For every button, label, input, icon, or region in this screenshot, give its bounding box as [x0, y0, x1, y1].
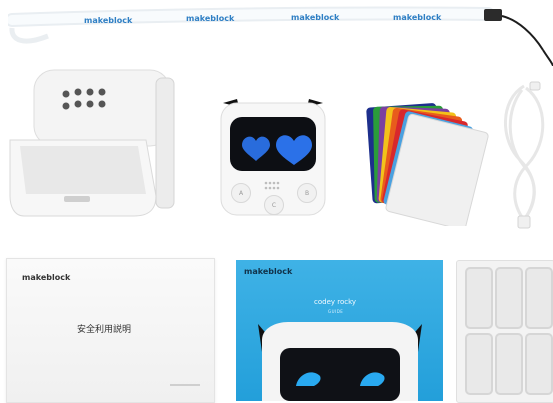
rocky-chassis [6, 66, 178, 222]
codey-button-b[interactable]: B [297, 183, 317, 203]
sticker-slot [495, 333, 523, 395]
codey-screen [230, 117, 316, 171]
sticker-slot [465, 267, 493, 329]
usb-cable [494, 80, 553, 232]
lanyard-print-2: makeblock [186, 14, 235, 23]
sticker-slot [495, 267, 523, 329]
lanyard-print-1: makeblock [84, 16, 133, 25]
speaker-grille-icon [264, 181, 280, 190]
rocky-chassis-drawing [9, 69, 175, 217]
codey-eyes [242, 135, 312, 165]
sticker-sheet [456, 260, 553, 403]
usb-cable-drawing [504, 81, 545, 229]
codey-button-a[interactable]: A [231, 183, 251, 203]
codey-button-c[interactable]: C [264, 195, 284, 215]
lanyard-strap [5, 6, 553, 67]
safety-booklet-title: 安全利用説明 [77, 325, 132, 335]
lanyard-print-3: makeblock [291, 13, 340, 22]
guide-booklet: makeblock codey rocky GUIDE [236, 260, 443, 401]
codey-robot: A C B [219, 97, 327, 217]
guide-booklet-codey-art [258, 322, 422, 401]
color-cards-stack [366, 103, 489, 231]
lanyard: makeblock makeblock makeblock makeblock [5, 6, 553, 67]
sticker-slot [525, 333, 553, 395]
safety-booklet-footer-mark [170, 384, 200, 386]
lanyard-print-4: makeblock [393, 13, 442, 22]
safety-booklet: makeblock 安全利用説明 [6, 258, 215, 403]
color-cards [362, 98, 490, 231]
sticker-slot [525, 267, 553, 329]
sticker-slot [465, 333, 493, 395]
safety-booklet-brand: makeblock [22, 273, 71, 282]
